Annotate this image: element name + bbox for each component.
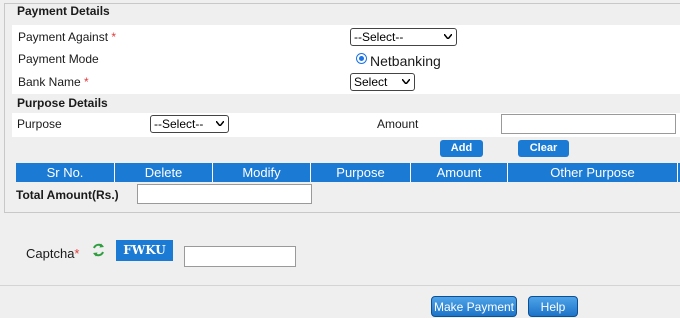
help-button[interactable]: Help	[528, 296, 578, 317]
captcha-label: Captcha*	[26, 246, 80, 261]
refresh-icon[interactable]	[91, 242, 106, 258]
captcha-image: FWKU	[116, 240, 173, 261]
purpose-details-title: Purpose Details	[17, 96, 108, 110]
column-header-modify: Modify	[213, 163, 311, 182]
captcha-input[interactable]	[184, 246, 296, 267]
payment-mode-label: Payment Mode	[18, 52, 99, 66]
make-payment-button[interactable]: Make Payment	[431, 296, 517, 317]
total-amount-label: Total Amount(Rs.)	[16, 188, 119, 202]
bank-name-select[interactable]: Select	[350, 73, 415, 91]
purpose-select[interactable]: --Select--	[150, 115, 229, 133]
clear-button[interactable]: Clear	[518, 140, 569, 157]
chevron-down-icon	[444, 34, 452, 39]
section-divider	[0, 285, 680, 286]
required-marker: *	[74, 246, 80, 261]
required-marker: *	[84, 75, 89, 89]
amount-input[interactable]	[501, 114, 676, 134]
purpose-table-header: Sr No. Delete Modify Purpose Amount Othe…	[16, 163, 680, 182]
bank-name-label: Bank Name *	[18, 75, 89, 89]
column-header-sr-no: Sr No.	[16, 163, 115, 182]
total-amount-field	[137, 184, 312, 204]
netbanking-radio[interactable]	[356, 53, 367, 64]
payment-against-label: Payment Against *	[18, 30, 117, 44]
purpose-label: Purpose	[17, 117, 62, 131]
chevron-down-icon	[402, 79, 410, 84]
netbanking-radio-label[interactable]: Netbanking	[370, 53, 441, 69]
column-header-delete: Delete	[115, 163, 213, 182]
amount-label: Amount	[377, 117, 419, 131]
payment-details-title: Payment Details	[16, 4, 111, 18]
required-marker: *	[111, 30, 117, 44]
payment-against-select[interactable]: --Select--	[350, 28, 457, 46]
add-button[interactable]: Add	[440, 140, 483, 157]
column-header-other-purpose: Other Purpose	[508, 163, 678, 182]
column-header-amount: Amount	[411, 163, 508, 182]
chevron-down-icon	[216, 121, 224, 126]
column-header-purpose: Purpose	[311, 163, 411, 182]
